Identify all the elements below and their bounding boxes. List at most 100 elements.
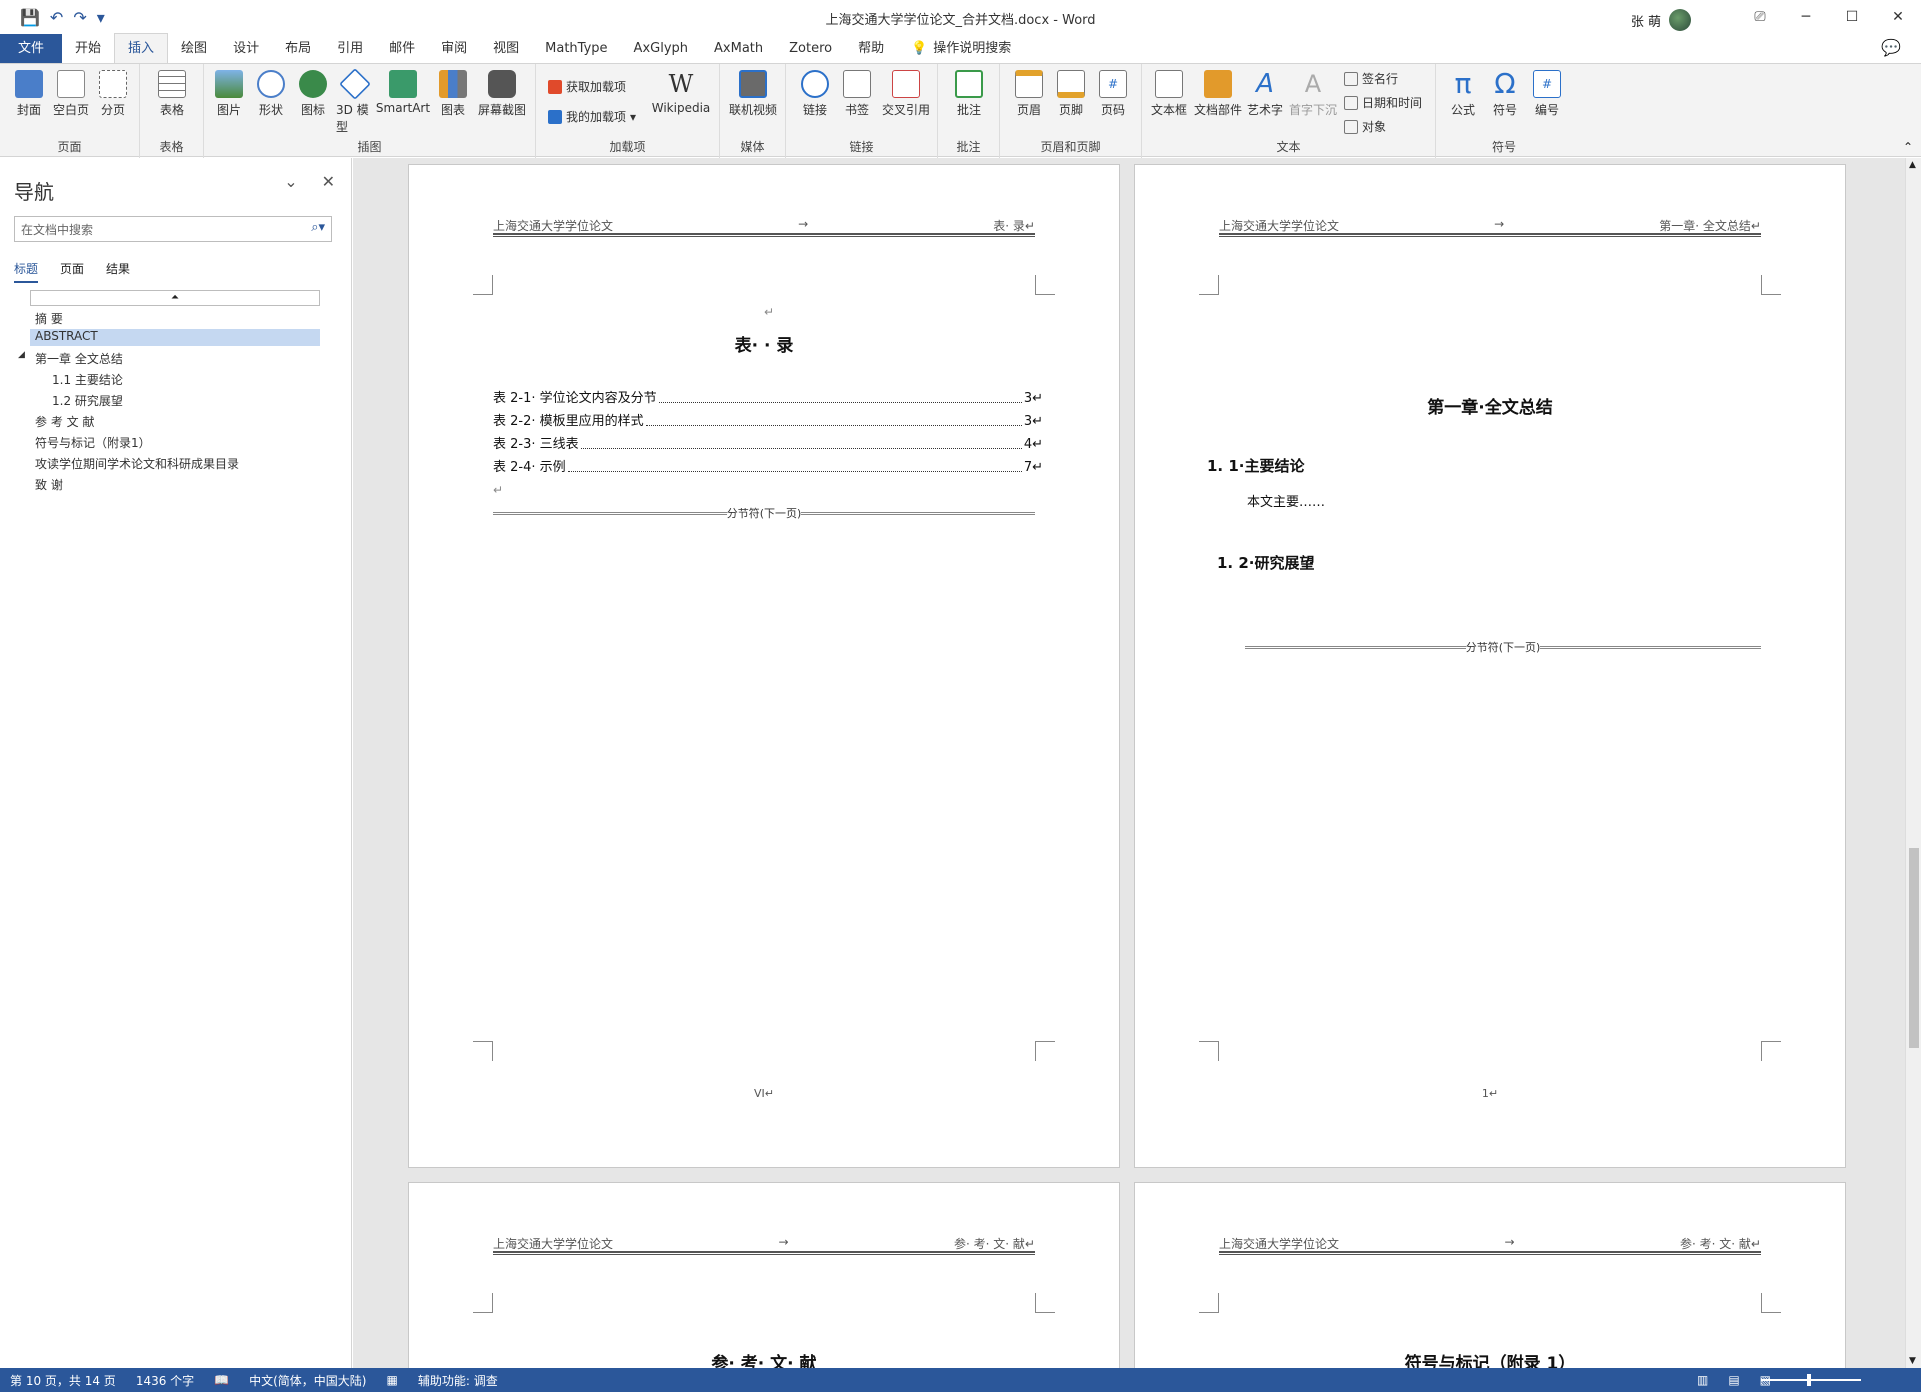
nav-heading[interactable]: 1.1 主要结论 [52,371,123,388]
minimize-button[interactable]: ─ [1783,0,1829,34]
word-count[interactable]: 1436 个字 [126,1372,204,1389]
tab-insert[interactable]: 插入 [114,33,169,63]
text-box-button[interactable]: 文本框 [1150,70,1188,118]
drop-cap-button[interactable]: A 首字下沉 [1288,70,1338,118]
3d-models-button[interactable]: 3D 模型 [336,68,374,135]
user-account[interactable]: 张 萌 [1631,9,1691,31]
ribbon-display-icon[interactable]: ⎚ [1737,0,1783,34]
pictures-button[interactable]: 图片 [210,70,248,118]
toc-entry[interactable]: 表 2-2· 模板里应用的样式 3↵ [493,410,1043,429]
chart-button[interactable]: 图表 [434,70,472,118]
collapse-all-icon[interactable]: ⏶ [30,290,320,306]
page-count[interactable]: 第 10 页，共 14 页 [0,1372,126,1389]
symbol-button[interactable]: Ω 符号 [1486,70,1524,118]
page-chapter-one[interactable]: 上海交通大学学位论文 → 第一章· 全文总结↵ 第一章·全文总结 1. 1·主要… [1134,164,1846,1168]
tab-references[interactable]: 引用 [324,34,376,63]
page-references[interactable]: 上海交通大学学位论文 → 参· 考· 文· 献↵ 参· 考· 文· 献 [408,1182,1120,1368]
tab-home[interactable]: 开始 [62,34,114,63]
collapse-ribbon-icon[interactable]: ⌃ [1903,140,1913,154]
nav-heading[interactable]: 第一章 全文总结 [35,350,123,367]
page-break-button[interactable]: 分页 [94,70,132,118]
signature-line-button[interactable]: 签名行 [1344,70,1398,87]
shapes-button[interactable]: 形状 [252,70,290,118]
tab-layout[interactable]: 布局 [272,34,324,63]
nav-search-input[interactable]: 在文档中搜索 ⌕▾ [14,216,332,242]
screenshot-button[interactable]: 屏幕截图 [476,70,528,118]
body-text[interactable]: 本文主要…… [1247,491,1325,510]
expand-triangle-icon[interactable]: ◢ [18,350,25,360]
tab-help[interactable]: 帮助 [845,34,897,63]
paragraph-mark: ↵ [764,305,775,319]
new-comment-button[interactable]: 批注 [950,70,988,118]
proofing-icon[interactable]: 📖 [204,1373,239,1387]
toc-entry[interactable]: 表 2-4· 示例 7↵ [493,456,1043,475]
tab-axglyph[interactable]: AxGlyph [621,34,701,63]
tab-axmath[interactable]: AxMath [701,34,776,63]
cross-reference-button[interactable]: 交叉引用 [880,70,932,118]
icons-button[interactable]: 图标 [294,70,332,118]
wikipedia-button[interactable]: W Wikipedia [650,70,712,115]
avatar[interactable] [1669,9,1691,31]
vertical-scrollbar[interactable]: ▲ ▼ [1905,158,1921,1368]
tab-view[interactable]: 视图 [480,34,532,63]
table-button[interactable]: 表格 [153,70,191,118]
comments-icon[interactable]: 💬 [1881,38,1921,63]
read-mode-icon[interactable]: ▥ [1687,1373,1718,1387]
chevron-down-icon[interactable]: ⌄ [284,172,297,191]
header-button[interactable]: 页眉 [1010,70,1048,118]
cover-page-button[interactable]: 封面 [10,70,48,118]
print-layout-icon[interactable]: ▤ [1718,1373,1749,1387]
nav-heading[interactable]: 摘 要 [35,310,63,327]
smartart-button[interactable]: SmartArt [376,70,430,115]
scroll-up-icon[interactable]: ▲ [1909,160,1916,170]
page-appendix[interactable]: 上海交通大学学位论文 → 参· 考· 文· 献↵ 符号与标记（附录 1） [1134,1182,1846,1368]
maximize-button[interactable]: ☐ [1829,0,1875,34]
my-addins-button[interactable]: 我的加载项 ▾ [548,108,636,125]
nav-heading-selected[interactable]: ABSTRACT [30,329,320,346]
link-button[interactable]: 链接 [796,70,834,118]
header-left: 上海交通大学学位论文 [1219,219,1340,233]
zoom-knob[interactable] [1807,1374,1811,1386]
accessibility-status[interactable]: 辅助功能: 调查 [408,1372,508,1389]
nav-heading[interactable]: 致 谢 [35,476,63,493]
nav-heading[interactable]: 1.2 研究展望 [52,392,123,409]
footer-icon [1057,70,1085,98]
nav-tab-pages[interactable]: 页面 [60,260,84,283]
object-button[interactable]: 对象 [1344,118,1386,135]
tab-zotero[interactable]: Zotero [776,34,845,63]
nav-tab-headings[interactable]: 标题 [14,260,39,283]
get-addins-button[interactable]: 获取加载项 [548,78,626,95]
language[interactable]: 中文(简体，中国大陆) [239,1372,376,1389]
wordart-button[interactable]: A 艺术字 [1246,70,1284,118]
tab-review[interactable]: 审阅 [428,34,480,63]
numbering-button[interactable]: # 编号 [1528,70,1566,118]
toc-entry[interactable]: 表 2-1· 学位论文内容及分节 3↵ [493,387,1043,406]
tell-me-search[interactable]: 💡 操作说明搜索 [897,34,1024,63]
date-time-button[interactable]: 日期和时间 [1344,94,1422,111]
macro-icon[interactable]: ▦ [377,1373,408,1387]
tab-mailings[interactable]: 邮件 [376,34,428,63]
page-list-of-tables[interactable]: 上海交通大学学位论文 → 表· 录↵ ↵ 表· · 录 表 2-1· 学位论文内… [408,164,1120,1168]
online-video-button[interactable]: 联机视频 [728,70,778,118]
close-icon[interactable]: ✕ [322,172,335,191]
footer-button[interactable]: 页脚 [1052,70,1090,118]
close-button[interactable]: ✕ [1875,0,1921,34]
tab-file[interactable]: 文件 [0,34,63,63]
nav-heading[interactable]: 符号与标记（附录1） [35,434,151,451]
page-number-button[interactable]: # 页码 [1094,70,1132,118]
equation-button[interactable]: π 公式 [1444,70,1482,118]
document-canvas[interactable]: 上海交通大学学位论文 → 表· 录↵ ↵ 表· · 录 表 2-1· 学位论文内… [353,158,1905,1368]
nav-tab-results[interactable]: 结果 [106,260,130,283]
tab-design[interactable]: 设计 [220,34,272,63]
nav-heading[interactable]: 攻读学位期间学术论文和科研成果目录 [35,455,239,472]
search-icon[interactable]: ⌕▾ [311,220,325,235]
nav-heading[interactable]: 参 考 文 献 [35,413,94,430]
bookmark-button[interactable]: 书签 [838,70,876,118]
blank-page-button[interactable]: 空白页 [52,70,90,118]
scroll-down-icon[interactable]: ▼ [1909,1356,1916,1366]
tab-mathtype[interactable]: MathType [532,34,620,63]
scroll-thumb[interactable] [1909,848,1919,1048]
tab-draw[interactable]: 绘图 [168,34,220,63]
toc-entry[interactable]: 表 2-3· 三线表 4↵ [493,433,1043,452]
quick-parts-button[interactable]: 文档部件 [1192,70,1244,118]
